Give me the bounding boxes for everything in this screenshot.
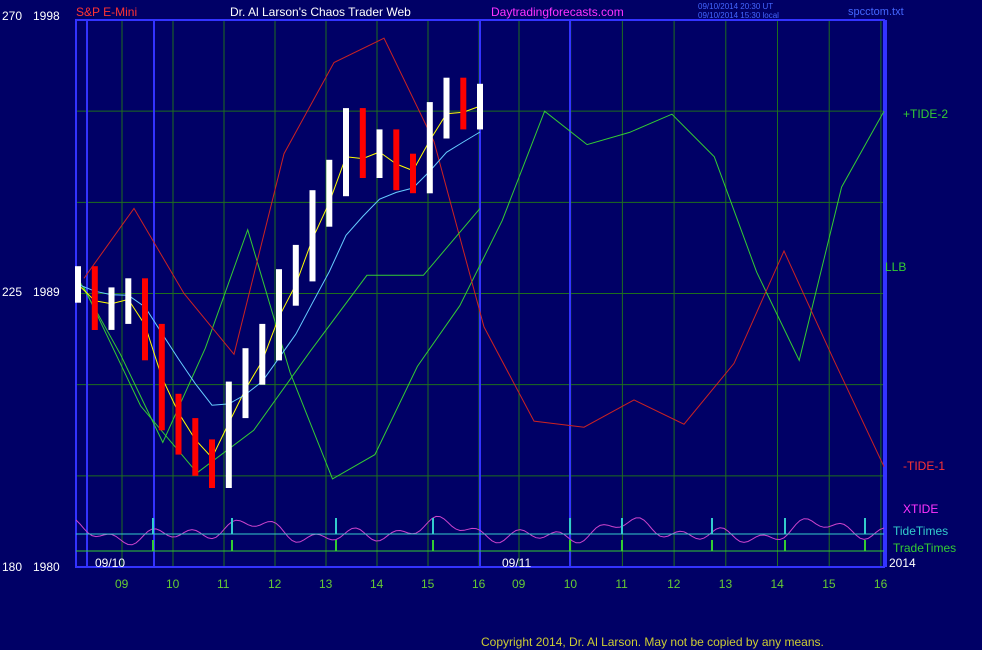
hour-label-10: 11 <box>615 577 628 591</box>
price-bar <box>108 287 115 330</box>
price-bar <box>142 278 148 361</box>
chart-title: Dr. Al Larson's Chaos Trader Web <box>230 5 411 19</box>
price-bar <box>292 244 299 306</box>
hour-label-11: 12 <box>667 577 681 591</box>
hour-label-7: 16 <box>472 577 486 591</box>
price-bar <box>376 129 383 178</box>
y-label-top-price: 1998 <box>33 9 60 23</box>
copyright-notice: Copyright 2014, Dr. Al Larson. May not b… <box>481 635 824 649</box>
price-bar <box>443 77 450 139</box>
price-bar <box>309 190 316 282</box>
hour-label-0: 09 <box>115 577 129 591</box>
y-label-mid-price: 1989 <box>33 285 60 299</box>
price-bar <box>175 393 182 455</box>
price-bar <box>242 348 249 419</box>
price-bar <box>477 83 483 130</box>
date-label-0911: 09/11 <box>502 556 531 570</box>
hour-label-12: 13 <box>719 577 733 591</box>
price-bar <box>192 418 199 476</box>
price-bar <box>125 278 132 324</box>
price-bar <box>410 153 416 194</box>
chaos-trader-chart: 270 1998 225 1989 180 1980 S&P E-Mini Dr… <box>0 0 982 650</box>
price-bar <box>393 129 400 191</box>
timestamp-ut: 09/10/2014 20:30 UT <box>698 2 773 11</box>
hour-label-8: 09 <box>512 577 526 591</box>
hour-label-2: 11 <box>217 577 230 591</box>
price-bar <box>209 439 215 488</box>
price-bar <box>91 266 98 330</box>
hour-label-15: 16 <box>874 577 888 591</box>
label-tide-plus-2: +TIDE-2 <box>903 107 948 121</box>
price-bar <box>225 381 232 488</box>
y-label-mid-tick: 225 <box>2 285 22 299</box>
label-trade-times: TradeTimes <box>893 541 956 555</box>
price-bar <box>259 323 266 385</box>
y-label-bottom-tick: 180 <box>2 560 22 574</box>
hour-label-14: 15 <box>822 577 836 591</box>
y-label-bottom-price: 1980 <box>33 560 60 574</box>
hour-label-9: 10 <box>564 577 578 591</box>
hour-label-3: 12 <box>268 577 282 591</box>
price-bar <box>276 269 282 361</box>
file-name: spcctom.txt <box>848 6 904 18</box>
y-label-top-tick: 270 <box>2 9 22 23</box>
hour-label-13: 14 <box>771 577 785 591</box>
price-bar <box>460 77 467 130</box>
symbol-label: S&P E-Mini <box>76 5 137 19</box>
price-bar <box>343 108 349 197</box>
price-bar <box>326 159 333 227</box>
label-llb: LLB <box>885 260 906 274</box>
price-bar <box>158 323 165 431</box>
price-bar <box>75 266 81 303</box>
hour-label-6: 15 <box>421 577 435 591</box>
price-bar <box>359 108 366 178</box>
hour-label-4: 13 <box>319 577 333 591</box>
year-label: 2014 <box>889 556 916 570</box>
label-xtide: XTIDE <box>903 502 938 516</box>
label-tide-times: TideTimes <box>893 524 948 538</box>
date-label-0910: 09/10 <box>95 556 125 570</box>
timestamp-local: 09/10/2014 15:30 local <box>698 11 779 20</box>
hour-label-5: 14 <box>370 577 384 591</box>
site-link[interactable]: Daytradingforecasts.com <box>491 5 624 19</box>
label-tide-minus-1: -TIDE-1 <box>903 459 945 473</box>
hour-label-1: 10 <box>166 577 180 591</box>
price-bar <box>426 102 433 194</box>
